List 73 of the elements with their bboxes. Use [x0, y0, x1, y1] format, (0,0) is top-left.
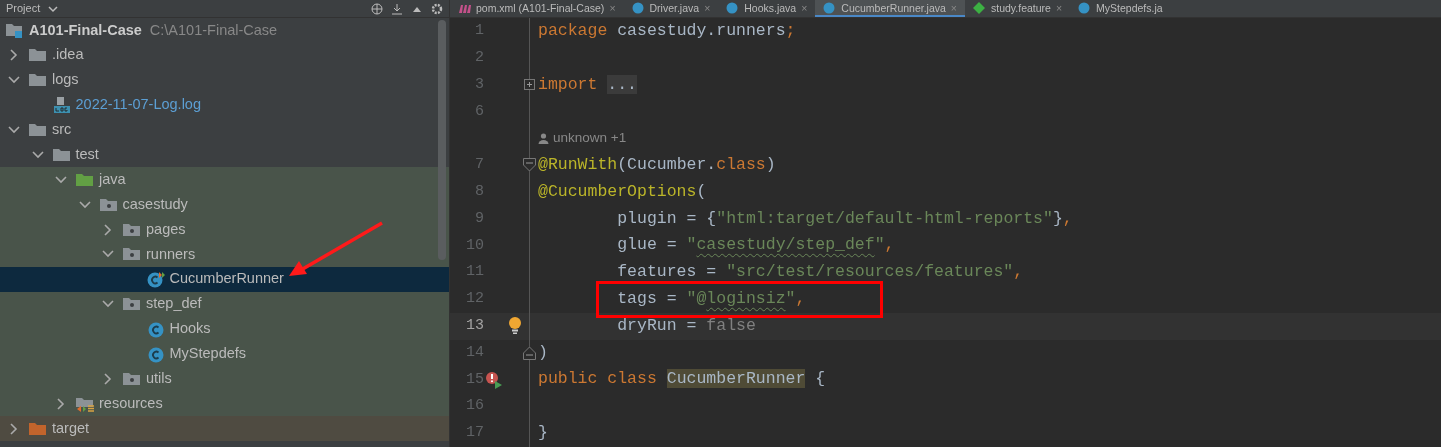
- close-tab-icon[interactable]: ×: [609, 0, 616, 15]
- feature-file-icon: [973, 1, 986, 14]
- author-hint[interactable]: unknown +1: [538, 128, 627, 149]
- tree-item[interactable]: MyStepdefs: [0, 341, 449, 367]
- line-number: 6: [474, 101, 484, 122]
- line-number: 9: [474, 208, 484, 229]
- editor-tab[interactable]: MyStepdefs.ja: [1070, 0, 1171, 17]
- folder-icon: [28, 121, 48, 139]
- run-error-icon[interactable]: [485, 370, 503, 389]
- expand-fold-icon[interactable]: [524, 79, 535, 91]
- log-file-icon: [51, 96, 72, 115]
- tree-item[interactable]: resources: [0, 391, 449, 417]
- tree-item[interactable]: step_def: [0, 291, 449, 317]
- code-line: features = "src/test/resources/features",: [617, 261, 1024, 284]
- code-line: ): [538, 341, 548, 364]
- tree-item[interactable]: casestudy: [0, 192, 449, 218]
- code-line: plugin = {"html:target/default-html-reports"},: [617, 207, 1073, 230]
- folder-path: C:\A101-Final-Case: [149, 20, 278, 40]
- crosshair-icon[interactable]: [371, 2, 383, 15]
- editor-tab[interactable]: Driver.java ×: [623, 0, 719, 17]
- tree-item[interactable]: test: [0, 142, 449, 168]
- line-number: 15: [465, 369, 484, 390]
- code-line: package casestudy.runners;: [538, 20, 796, 42]
- module-folder-icon: [5, 21, 25, 40]
- fold-icon[interactable]: [523, 158, 536, 173]
- tree-item[interactable]: .idea: [0, 42, 449, 68]
- tree-item[interactable]: utils: [0, 366, 449, 392]
- line-number: 13: [465, 315, 484, 336]
- line-number: 7: [474, 155, 484, 176]
- editor-tab[interactable]: CucumberRunner.java ×: [815, 0, 965, 17]
- tree-item[interactable]: pages: [0, 217, 449, 242]
- dropdown-caret-icon[interactable]: [48, 4, 59, 13]
- editor-tab[interactable]: study.feature ×: [965, 0, 1071, 17]
- settings-icon[interactable]: [431, 2, 443, 15]
- line-number: 8: [474, 181, 484, 202]
- tree-item[interactable]: target: [0, 416, 449, 442]
- line-number: 2: [474, 47, 484, 68]
- tree-item[interactable]: runners: [0, 242, 449, 267]
- code-line: }: [538, 421, 548, 444]
- tree-item[interactable]: CucumberRunner: [0, 266, 449, 292]
- close-tab-icon[interactable]: ×: [1055, 0, 1063, 15]
- close-tab-icon[interactable]: ×: [950, 0, 957, 15]
- panel-title[interactable]: Project: [6, 0, 41, 17]
- tree-item[interactable]: java: [0, 167, 449, 193]
- fold-icon[interactable]: [523, 345, 536, 360]
- line-number: 10: [465, 235, 484, 256]
- tree-item[interactable]: logs: [0, 67, 449, 93]
- code-line: tags = "@loginsiz",: [617, 289, 806, 308]
- code-line: dryRun = false: [617, 314, 756, 337]
- collapse-icon[interactable]: [391, 2, 403, 15]
- code-line: @CucumberOptions(: [538, 180, 707, 203]
- line-number: 1: [474, 21, 484, 42]
- line-number: 17: [465, 423, 484, 444]
- code-line: public class CucumberRunner {: [538, 368, 826, 391]
- line-number: 3: [474, 74, 484, 95]
- line-number: 12: [465, 289, 484, 310]
- line-number: 16: [465, 396, 484, 417]
- code-line: import ...: [538, 73, 638, 96]
- tree-item[interactable]: src: [0, 117, 449, 143]
- line-number: 14: [465, 342, 484, 363]
- scrollbar[interactable]: [438, 20, 446, 260]
- line-number: 11: [465, 262, 484, 283]
- code-line: glue = "casestudy/step_def",: [617, 234, 895, 257]
- editor-tab[interactable]: Hooks.java ×: [718, 0, 816, 17]
- code-line: @RunWith(Cucumber.class): [538, 154, 776, 176]
- tree-item[interactable]: Hooks: [0, 316, 449, 342]
- close-tab-icon[interactable]: ×: [704, 0, 711, 15]
- lightbulb-icon[interactable]: [508, 317, 522, 336]
- tree-item[interactable]: 2022-11-07-Log.log: [0, 92, 449, 118]
- close-tab-icon[interactable]: ×: [801, 0, 808, 15]
- editor-tab[interactable]: pom.xml (A101-Final-Case) ×: [450, 0, 624, 17]
- tree-item[interactable]: A101-Final-Case C:\A101-Final-Case: [0, 18, 449, 43]
- person-icon: [538, 133, 549, 145]
